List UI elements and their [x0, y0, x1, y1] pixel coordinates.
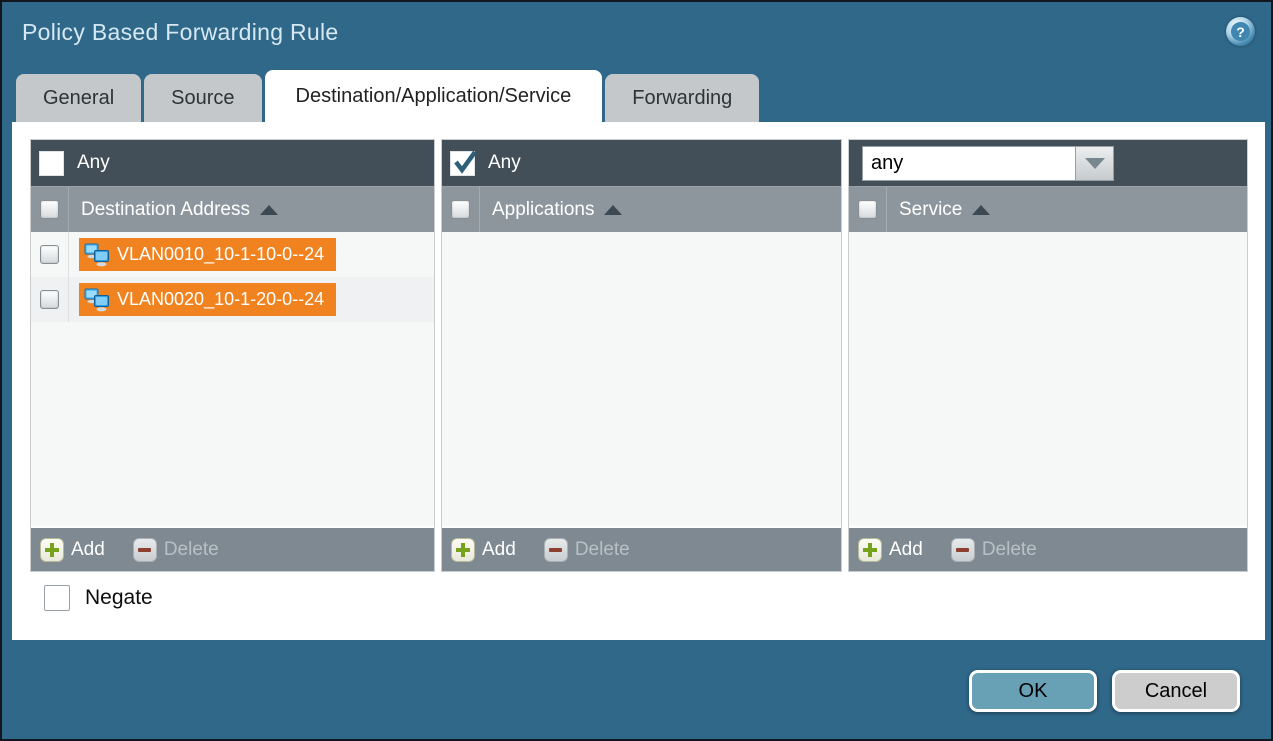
row-checkbox-cell — [31, 277, 69, 322]
applications-any-label: Any — [488, 152, 521, 174]
applications-any-checkbox[interactable] — [450, 151, 475, 176]
service-footer-bar: Add Delete — [849, 526, 1247, 571]
dialog-title: Policy Based Forwarding Rule — [22, 19, 339, 46]
applications-column-label[interactable]: Applications — [492, 199, 594, 221]
destination-selectall-checkbox[interactable] — [40, 200, 59, 219]
checkmark-icon — [452, 149, 479, 176]
policy-based-forwarding-dialog: Policy Based Forwarding Rule ? General S… — [0, 0, 1273, 741]
tab-source[interactable]: Source — [144, 74, 261, 122]
applications-list — [442, 232, 841, 526]
row-checkbox-cell — [31, 232, 69, 277]
destination-column-header: Destination Address — [31, 186, 434, 232]
add-icon[interactable] — [40, 538, 64, 562]
negate-option: Negate — [44, 585, 153, 611]
help-icon[interactable]: ? — [1226, 17, 1255, 46]
add-icon[interactable] — [858, 538, 882, 562]
tab-destination-application-service[interactable]: Destination/Application/Service — [265, 70, 603, 122]
service-column-label[interactable]: Service — [899, 199, 962, 221]
add-button[interactable]: Add — [482, 539, 516, 561]
add-icon[interactable] — [451, 538, 475, 562]
service-selectall-checkbox[interactable] — [858, 200, 877, 219]
address-object-label: VLAN0010_10-1-10-0--24 — [117, 244, 324, 265]
applications-column-header: Applications — [442, 186, 841, 232]
delete-button[interactable]: Delete — [164, 539, 219, 561]
destination-footer-bar: Add Delete — [31, 526, 434, 571]
tab-forwarding[interactable]: Forwarding — [605, 74, 759, 122]
tab-general[interactable]: General — [16, 74, 141, 122]
delete-button[interactable]: Delete — [982, 539, 1037, 561]
service-combo — [862, 146, 1114, 181]
delete-icon[interactable] — [951, 538, 975, 562]
add-button[interactable]: Add — [889, 539, 923, 561]
service-selectall-cell — [849, 187, 887, 232]
service-dropdown-button[interactable] — [1076, 146, 1114, 181]
applications-selectall-checkbox[interactable] — [451, 200, 470, 219]
cancel-button[interactable]: Cancel — [1112, 670, 1240, 712]
delete-button[interactable]: Delete — [575, 539, 630, 561]
sort-ascending-icon[interactable] — [972, 205, 990, 215]
destination-address-panel: Any Destination Address — [30, 139, 435, 572]
destination-any-checkbox[interactable] — [39, 151, 64, 176]
address-object-chip[interactable]: VLAN0010_10-1-10-0--24 — [79, 238, 336, 271]
destination-selectall-cell — [31, 187, 69, 232]
negate-checkbox[interactable] — [44, 585, 70, 611]
destination-list: VLAN0010_10-1-10-0--24 — [31, 232, 434, 526]
service-dropdown-bar — [849, 140, 1247, 186]
address-object-icon — [84, 288, 110, 312]
destination-column-label[interactable]: Destination Address — [81, 199, 250, 221]
applications-footer-bar: Add Delete — [442, 526, 841, 571]
address-object-icon — [84, 243, 110, 267]
tab-content-area: Any Destination Address — [12, 122, 1265, 640]
ok-button[interactable]: OK — [969, 670, 1097, 712]
table-row: VLAN0010_10-1-10-0--24 — [31, 232, 434, 277]
address-object-chip[interactable]: VLAN0020_10-1-20-0--24 — [79, 283, 336, 316]
applications-any-bar: Any — [442, 140, 841, 186]
destination-any-label: Any — [77, 152, 110, 174]
negate-label: Negate — [85, 586, 153, 610]
address-object-label: VLAN0020_10-1-20-0--24 — [117, 289, 324, 310]
applications-panel: Any Applications Add Delete — [441, 139, 842, 572]
delete-icon[interactable] — [133, 538, 157, 562]
add-button[interactable]: Add — [71, 539, 105, 561]
chevron-down-icon — [1085, 158, 1105, 169]
applications-selectall-cell — [442, 187, 480, 232]
service-list — [849, 232, 1247, 526]
destination-any-bar: Any — [31, 140, 434, 186]
row-checkbox[interactable] — [40, 290, 59, 309]
service-column-header: Service — [849, 186, 1247, 232]
row-checkbox[interactable] — [40, 245, 59, 264]
service-dropdown-input[interactable] — [862, 146, 1076, 181]
sort-ascending-icon[interactable] — [260, 205, 278, 215]
sort-ascending-icon[interactable] — [604, 205, 622, 215]
table-row: VLAN0020_10-1-20-0--24 — [31, 277, 434, 322]
service-panel: Service Add Delete — [848, 139, 1248, 572]
tab-bar: General Source Destination/Application/S… — [16, 70, 759, 122]
delete-icon[interactable] — [544, 538, 568, 562]
panels-container: Any Destination Address — [30, 139, 1248, 572]
question-mark-glyph: ? — [1231, 22, 1250, 41]
